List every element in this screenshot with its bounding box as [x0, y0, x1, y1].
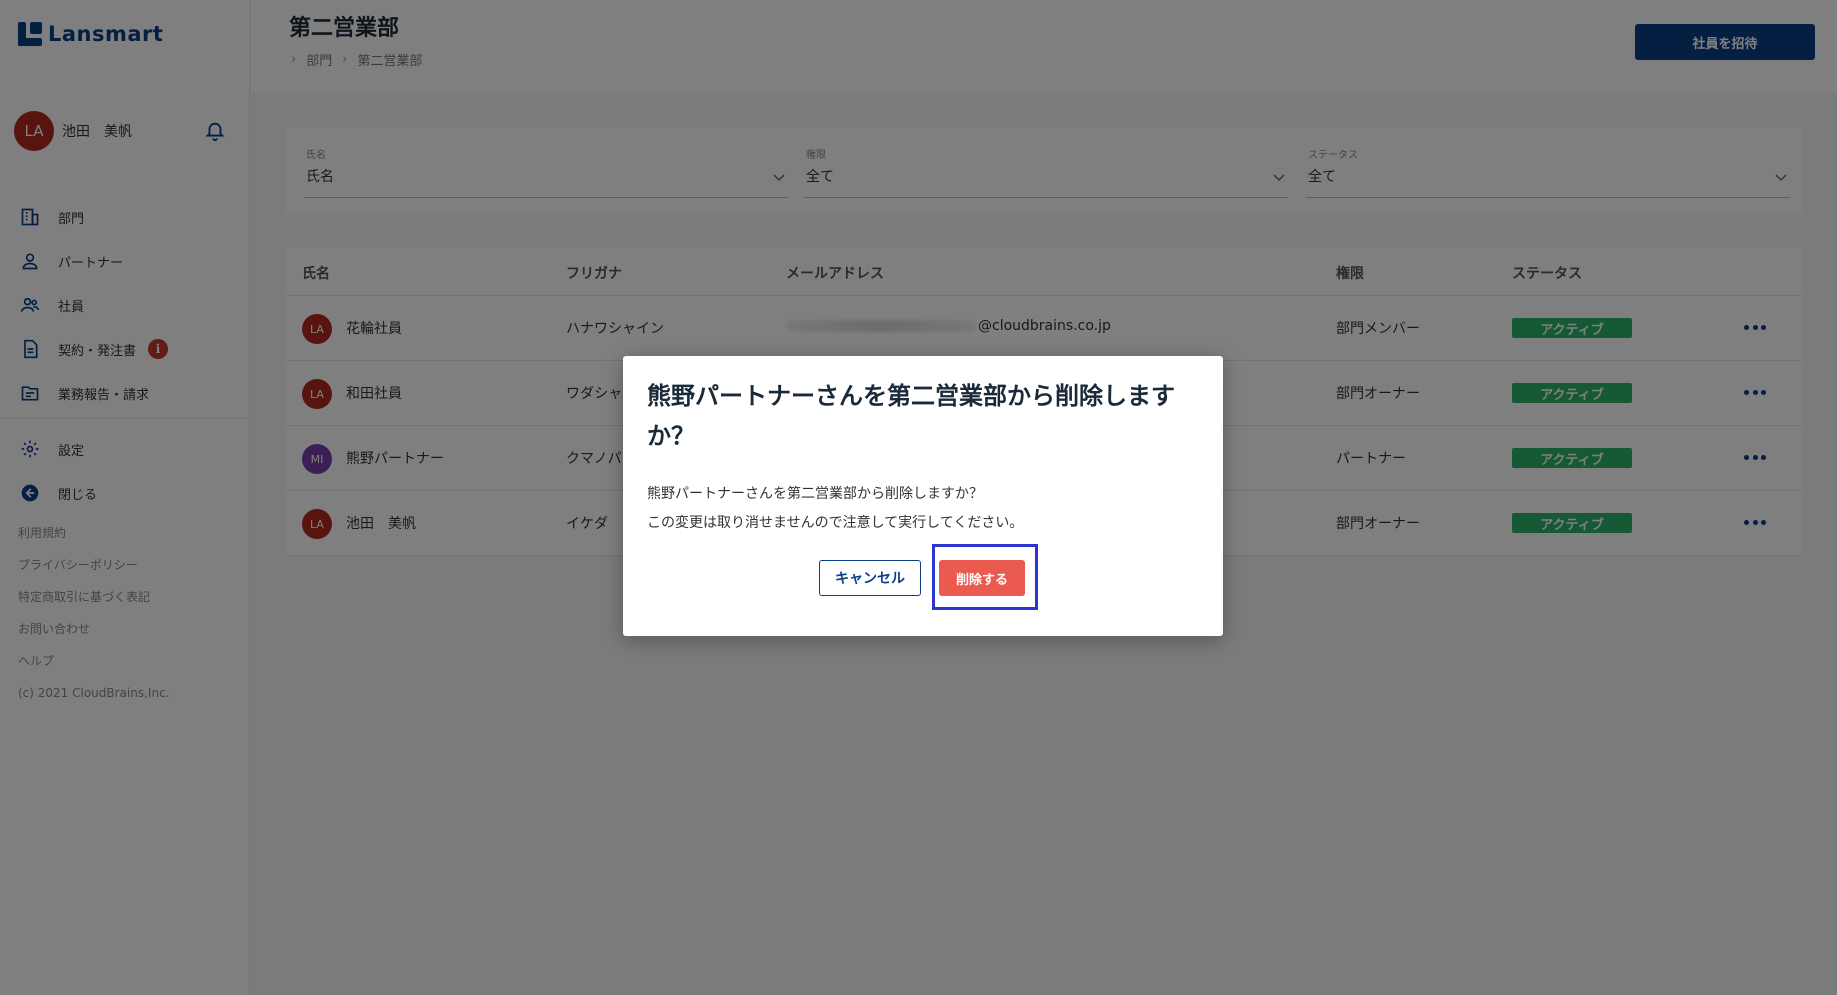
- dialog-title: 熊野パートナーさんを第二営業部から削除しますか？: [647, 382, 1175, 450]
- cancel-button[interactable]: キャンセル: [819, 560, 921, 596]
- dialog-warning: この変更は取り消せませんので注意して実行してください。: [647, 515, 1024, 531]
- delete-confirm-dialog: 熊野パートナーさんを第二営業部から削除しますか？ 熊野パートナーさんを第二営業部…: [623, 356, 1223, 636]
- dialog-body: 熊野パートナーさんを第二営業部から削除しますか？ この変更は取り消せませんので注…: [647, 480, 1199, 538]
- delete-button[interactable]: 削除する: [939, 560, 1025, 596]
- dialog-message: 熊野パートナーさんを第二営業部から削除しますか？: [647, 486, 983, 502]
